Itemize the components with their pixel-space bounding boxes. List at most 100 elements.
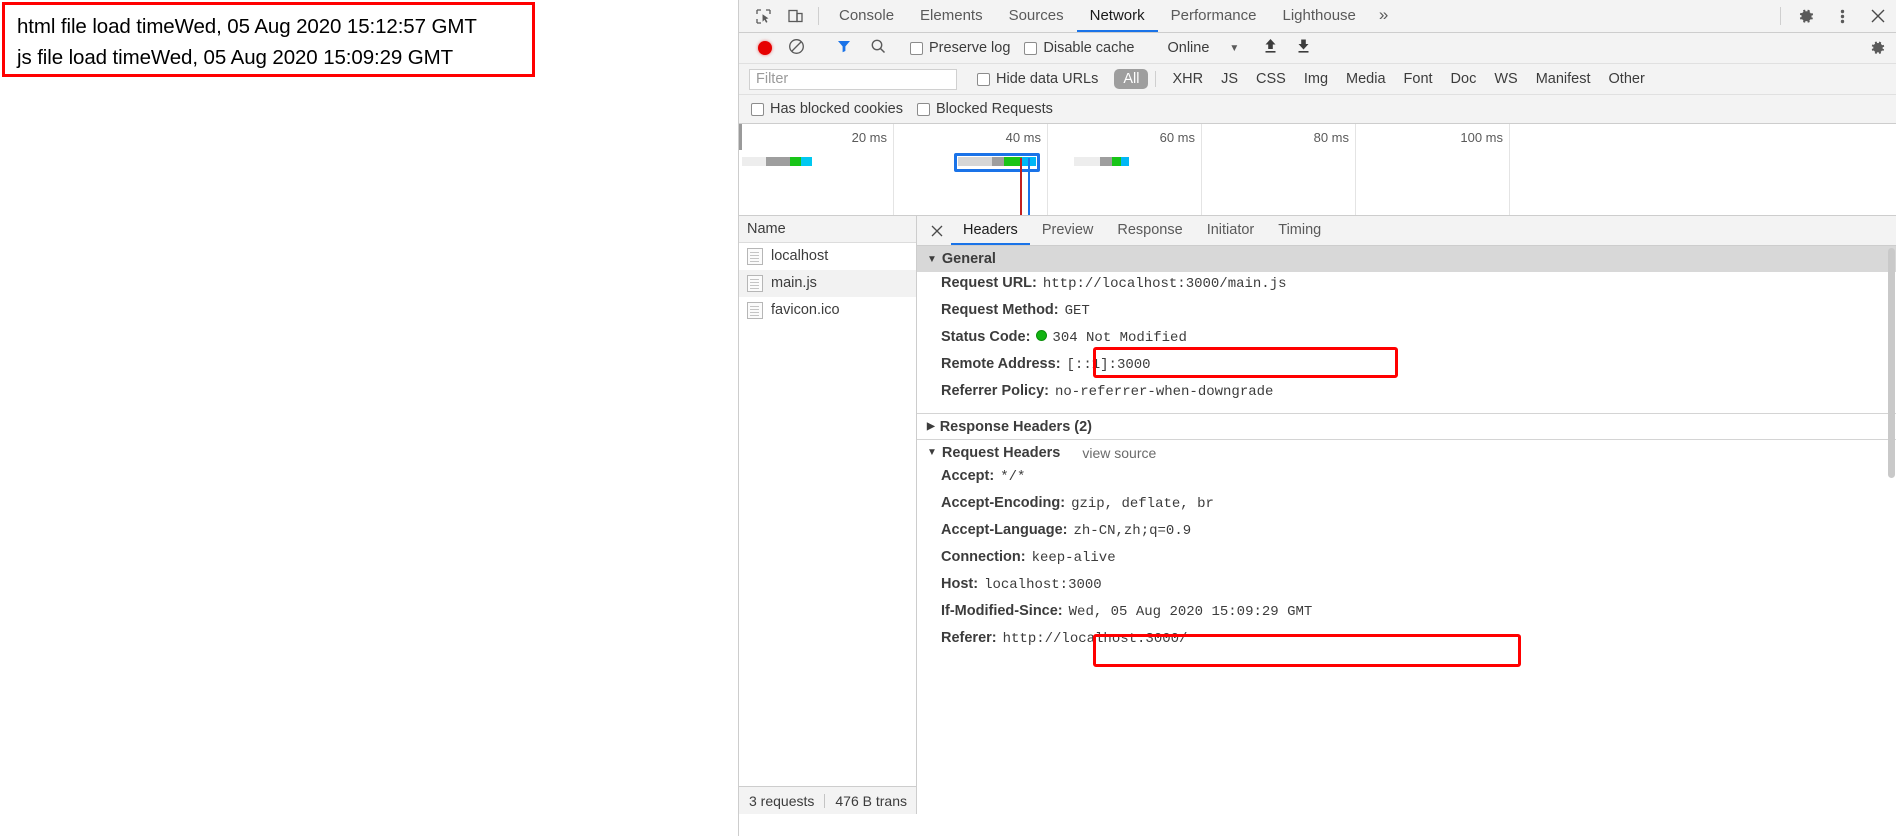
request-list-empty-space (739, 324, 916, 786)
overview-gridline (893, 124, 894, 215)
filter-type-media[interactable]: Media (1337, 69, 1395, 89)
header-value: [::1]:3000 (1066, 357, 1151, 373)
clear-button[interactable] (788, 38, 805, 59)
close-detail-icon[interactable] (923, 216, 951, 245)
image-icon (747, 301, 763, 319)
blocked-requests-box[interactable] (917, 102, 930, 116)
header-row-remote-address: Remote Address: [::1]:3000 (917, 353, 1896, 380)
header-row-host: Host: localhost:3000 (917, 573, 1896, 600)
export-har-icon[interactable] (1296, 38, 1311, 58)
header-value: http://localhost:3000/ (1002, 631, 1188, 647)
hide-data-urls-checkbox[interactable]: Hide data URLs (977, 71, 1098, 87)
tab-network[interactable]: Network (1076, 0, 1158, 32)
header-value: keep-alive (1031, 550, 1116, 566)
has-blocked-cookies-checkbox[interactable]: Has blocked cookies (751, 101, 903, 117)
request-row-mainjs[interactable]: main.js (739, 270, 916, 297)
overview-left-edge (739, 124, 742, 150)
tab-response[interactable]: Response (1105, 216, 1194, 245)
header-value: http://localhost:3000/main.js (1042, 276, 1287, 292)
overview-gridline (1509, 124, 1510, 215)
inspect-element-icon[interactable] (747, 0, 779, 32)
overview-bar-favicon (1074, 157, 1129, 166)
filter-type-font[interactable]: Font (1395, 69, 1442, 89)
import-har-icon[interactable] (1263, 38, 1278, 58)
general-section-header[interactable]: ▼ General (917, 246, 1896, 272)
filter-type-js[interactable]: JS (1212, 69, 1247, 89)
request-summary-bar: 3 requests 476 B trans (739, 786, 916, 814)
tab-lighthouse[interactable]: Lighthouse (1270, 0, 1369, 32)
tab-headers[interactable]: Headers (951, 216, 1030, 245)
hide-data-urls-label: Hide data URLs (996, 71, 1099, 87)
throttling-value: Online (1167, 40, 1210, 56)
more-tabs-chevron-icon[interactable]: » (1369, 0, 1398, 32)
request-count: 3 requests (749, 792, 815, 809)
disable-cache-box[interactable] (1024, 41, 1038, 55)
disable-cache-checkbox[interactable]: Disable cache (1024, 40, 1134, 56)
header-key: If-Modified-Since: (941, 603, 1063, 619)
gear-icon[interactable] (1788, 0, 1824, 32)
throttling-select[interactable]: Online ▼ (1167, 40, 1239, 56)
response-headers-section-header[interactable]: ▶ Response Headers (2) (917, 413, 1896, 439)
network-filter-row: Hide data URLs All XHR JS CSS Img Media … (739, 64, 1896, 95)
filter-type-all[interactable]: All (1114, 69, 1149, 89)
device-toolbar-icon[interactable] (779, 0, 811, 32)
header-value: zh-CN,zh;q=0.9 (1073, 523, 1192, 539)
filter-type-other[interactable]: Other (1600, 69, 1654, 89)
header-row-accept-language: Accept-Language: zh-CN,zh;q=0.9 (917, 519, 1896, 546)
detail-scrollbar[interactable] (1888, 248, 1895, 478)
header-row-referrer-policy: Referrer Policy: no-referrer-when-downgr… (917, 380, 1896, 407)
close-icon[interactable] (1860, 0, 1896, 32)
filter-divider (1155, 71, 1157, 87)
kebab-menu-icon[interactable] (1824, 0, 1860, 32)
tab-console[interactable]: Console (826, 0, 907, 32)
header-key: Accept-Language: (941, 522, 1068, 538)
search-icon[interactable] (870, 38, 886, 58)
blocked-requests-checkbox[interactable]: Blocked Requests (917, 101, 1053, 117)
request-row-localhost[interactable]: localhost (739, 243, 916, 270)
header-key: Referrer Policy: (941, 383, 1049, 399)
request-detail-panel: Headers Preview Response Initiator Timin… (917, 216, 1896, 814)
overview-gridline (1047, 124, 1048, 215)
filter-type-manifest[interactable]: Manifest (1527, 69, 1600, 89)
detail-tabstrip: Headers Preview Response Initiator Timin… (917, 216, 1896, 246)
header-value: localhost:3000 (984, 577, 1102, 593)
filter-type-css[interactable]: CSS (1247, 69, 1295, 89)
preserve-log-box[interactable] (910, 41, 923, 55)
general-section-title: General (941, 251, 996, 267)
request-headers-section-header[interactable]: ▼ Request Headers view source (917, 439, 1896, 465)
toolbar-divider (818, 7, 819, 25)
overview-gridline (1201, 124, 1202, 215)
view-source-link[interactable]: view source (1082, 445, 1156, 461)
request-row-favicon[interactable]: favicon.ico (739, 297, 916, 324)
hide-data-urls-box[interactable] (977, 72, 990, 86)
request-name: favicon.ico (771, 302, 840, 318)
filter-type-doc[interactable]: Doc (1442, 69, 1486, 89)
header-row-accept-encoding: Accept-Encoding: gzip, deflate, br (917, 492, 1896, 519)
overview-tick-40ms: 40 ms (1005, 130, 1041, 145)
network-overview-timeline[interactable]: 20 ms 40 ms 60 ms 80 ms 100 ms (739, 124, 1896, 216)
header-value: 304 Not Modified (1052, 330, 1187, 346)
overview-bar-mainjs (958, 157, 1036, 166)
page-output-line-js: js file load timeWed, 05 Aug 2020 15:09:… (17, 46, 454, 69)
filter-type-ws[interactable]: WS (1485, 69, 1526, 89)
filter-type-img[interactable]: Img (1295, 69, 1337, 89)
header-row-status-code: Status Code: 304 Not Modified (917, 326, 1896, 353)
tab-performance[interactable]: Performance (1158, 0, 1270, 32)
tab-elements[interactable]: Elements (907, 0, 996, 32)
tab-preview[interactable]: Preview (1030, 216, 1106, 245)
blocked-filters-row: Has blocked cookies Blocked Requests (739, 95, 1896, 124)
preserve-log-checkbox[interactable]: Preserve log (910, 40, 1010, 56)
filter-type-xhr[interactable]: XHR (1163, 69, 1212, 89)
network-settings-gear-icon[interactable] (1860, 40, 1896, 56)
request-name: localhost (771, 248, 829, 264)
filter-funnel-icon[interactable] (836, 38, 852, 58)
tab-timing[interactable]: Timing (1266, 216, 1333, 245)
tab-initiator[interactable]: Initiator (1195, 216, 1267, 245)
request-list-header-name[interactable]: Name (739, 216, 916, 243)
record-button[interactable] (758, 41, 772, 55)
has-blocked-cookies-box[interactable] (751, 102, 764, 116)
chevron-down-icon[interactable]: ▼ (1229, 43, 1239, 54)
devtools-tabstrip: Console Elements Sources Network Perform… (739, 0, 1896, 33)
filter-input[interactable] (749, 68, 957, 90)
tab-sources[interactable]: Sources (996, 0, 1077, 32)
